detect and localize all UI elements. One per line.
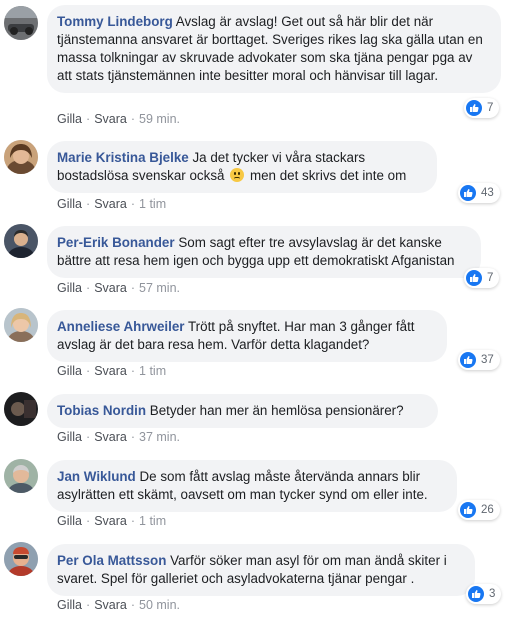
- comment-actions: Gilla · Svara · 1 tim: [57, 514, 167, 528]
- timestamp[interactable]: 57 min.: [139, 281, 180, 295]
- timestamp[interactable]: 59 min.: [139, 112, 180, 126]
- avatar[interactable]: [4, 392, 38, 426]
- like-count: 37: [481, 354, 494, 366]
- comment-bubble: Tobias Nordin Betyder han mer än hemlösa…: [47, 394, 438, 428]
- reaction-count[interactable]: 37: [458, 350, 500, 370]
- like-count: 7: [487, 102, 494, 114]
- comment-bubble: Anneliese Ahrweiler Trött på snyftet. Ha…: [47, 310, 447, 362]
- like-link[interactable]: Gilla: [57, 514, 82, 528]
- commenter-name[interactable]: Jan Wiklund: [57, 469, 136, 484]
- like-link[interactable]: Gilla: [57, 112, 82, 126]
- frowning-face-icon: [230, 168, 245, 182]
- reaction-count[interactable]: 26: [458, 500, 500, 520]
- avatar[interactable]: [4, 308, 38, 342]
- comment-text: Betyder han mer än hemlösa pensionärer?: [149, 403, 404, 418]
- like-link[interactable]: Gilla: [57, 281, 82, 295]
- like-count: 3: [489, 588, 496, 600]
- reaction-count[interactable]: 7: [464, 98, 500, 118]
- like-link[interactable]: Gilla: [57, 430, 82, 444]
- timestamp[interactable]: 1 tim: [139, 197, 166, 211]
- commenter-name[interactable]: Tobias Nordin: [57, 403, 146, 418]
- commenter-name[interactable]: Anneliese Ahrweiler: [57, 319, 185, 334]
- comment-actions: Gilla · Svara · 59 min.: [57, 112, 181, 126]
- comment-actions: Gilla · Svara · 50 min.: [57, 598, 181, 612]
- reaction-count[interactable]: 7: [464, 268, 500, 288]
- commenter-name[interactable]: Tommy Lindeborg: [57, 14, 173, 29]
- avatar[interactable]: [4, 542, 38, 576]
- reply-link[interactable]: Svara: [94, 112, 127, 126]
- thumbs-up-icon: [466, 100, 482, 116]
- reaction-count[interactable]: 43: [458, 183, 500, 203]
- commenter-name[interactable]: Marie Kristina Bjelke: [57, 150, 189, 165]
- timestamp[interactable]: 50 min.: [139, 598, 180, 612]
- reaction-count[interactable]: 3: [466, 584, 502, 604]
- comment-text-continued: men det skrivs det inte om: [249, 168, 407, 183]
- comment-actions: Gilla · Svara · 37 min.: [57, 430, 181, 444]
- like-link[interactable]: Gilla: [57, 364, 82, 378]
- comment-bubble: Per Ola Mattsson Varför söker man asyl f…: [47, 544, 475, 596]
- reply-link[interactable]: Svara: [94, 430, 127, 444]
- like-count: 43: [481, 187, 494, 199]
- like-link[interactable]: Gilla: [57, 598, 82, 612]
- comment-actions: Gilla · Svara · 57 min.: [57, 281, 181, 295]
- commenter-name[interactable]: Per Ola Mattsson: [57, 553, 166, 568]
- comment-actions: Gilla · Svara · 1 tim: [57, 364, 167, 378]
- comment-bubble: Jan Wiklund De som fått avslag måste åte…: [47, 460, 457, 512]
- reply-link[interactable]: Svara: [94, 364, 127, 378]
- comment-bubble: Per-Erik Bonander Som sagt efter tre avs…: [47, 226, 481, 278]
- reply-link[interactable]: Svara: [94, 281, 127, 295]
- like-link[interactable]: Gilla: [57, 197, 82, 211]
- timestamp[interactable]: 1 tim: [139, 514, 166, 528]
- reply-link[interactable]: Svara: [94, 598, 127, 612]
- reply-link[interactable]: Svara: [94, 514, 127, 528]
- avatar[interactable]: [4, 6, 38, 40]
- like-count: 26: [481, 504, 494, 516]
- avatar[interactable]: [4, 459, 38, 493]
- comment-bubble: Tommy Lindeborg Avslag är avslag! Get ou…: [47, 5, 501, 93]
- avatar[interactable]: [4, 140, 38, 174]
- timestamp[interactable]: 37 min.: [139, 430, 180, 444]
- avatar[interactable]: [4, 224, 38, 258]
- thumbs-up-icon: [460, 352, 476, 368]
- timestamp[interactable]: 1 tim: [139, 364, 166, 378]
- reply-link[interactable]: Svara: [94, 197, 127, 211]
- comment-actions: Gilla · Svara · 1 tim: [57, 197, 167, 211]
- like-count: 7: [487, 272, 494, 284]
- thumbs-up-icon: [468, 586, 484, 602]
- thumbs-up-icon: [460, 185, 476, 201]
- thumbs-up-icon: [466, 270, 482, 286]
- commenter-name[interactable]: Per-Erik Bonander: [57, 235, 175, 250]
- thumbs-up-icon: [460, 502, 476, 518]
- comment-bubble: Marie Kristina Bjelke Ja det tycker vi v…: [47, 141, 437, 193]
